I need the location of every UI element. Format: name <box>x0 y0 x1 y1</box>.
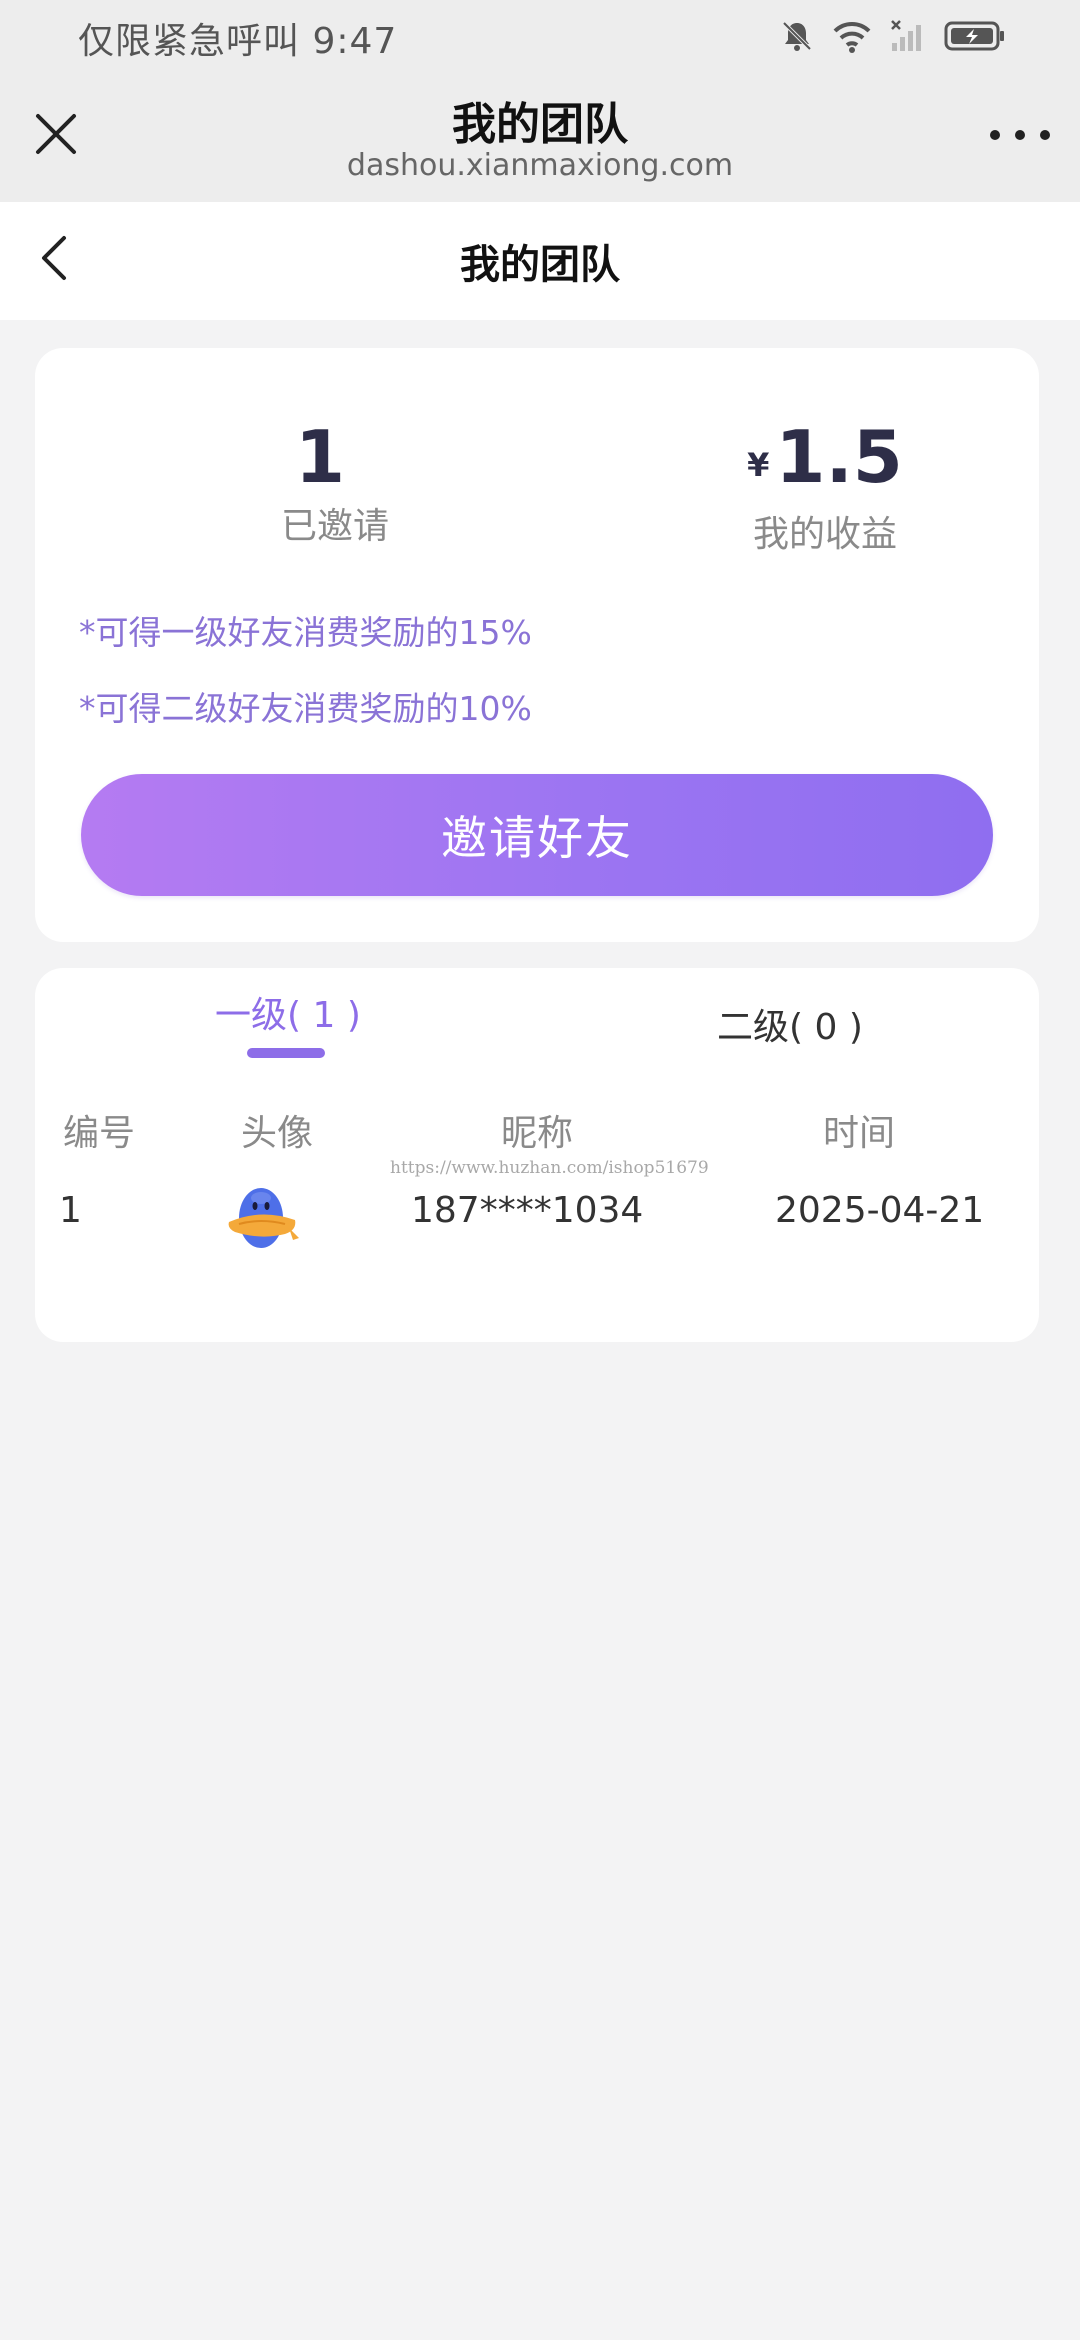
reward-note-level2: *可得二级好友消费奖励的10% <box>79 689 532 728</box>
active-tab-indicator <box>247 1048 325 1058</box>
invited-stat: 1 已邀请 <box>220 412 450 552</box>
page-nav-bar: 我的团队 <box>0 202 1080 320</box>
currency-symbol: ¥ <box>747 446 770 484</box>
wifi-icon <box>833 21 871 53</box>
browser-url: dashou.xianmaxiong.com <box>346 148 734 183</box>
row-number: 1 <box>59 1190 82 1231</box>
status-bar-text: 仅限紧急呼叫 9:47 <box>78 21 398 62</box>
browser-title: 我的团队 <box>452 99 628 150</box>
signal-off-icon <box>891 20 921 51</box>
dot <box>990 130 1000 140</box>
watermark-text: https://www.huzhan.com/ishop51679 <box>390 1158 709 1178</box>
row-time: 2025-04-21 <box>775 1190 985 1231</box>
page-title: 我的团队 <box>460 242 620 288</box>
avatar <box>228 1188 299 1248</box>
earnings-value: 1.5 <box>775 415 903 499</box>
tab-level1[interactable]: 一级( 1 ) <box>215 986 361 1038</box>
reward-note-level1: *可得一级好友消费奖励的15% <box>79 613 532 652</box>
invite-friends-button[interactable]: 邀请好友 <box>81 774 993 896</box>
earnings-stat: ¥1.5 我的收益 <box>670 412 980 560</box>
status-icons <box>780 16 1006 56</box>
dot <box>1015 130 1025 140</box>
invited-label: 已邀请 <box>280 506 389 547</box>
earnings-label: 我的收益 <box>752 514 897 555</box>
team-list-card: 一级( 1 ) 二级( 0 ) 编号 头像 昵称 时间 https://www.… <box>35 968 1039 1342</box>
column-header-avatar: 头像 <box>241 1113 314 1154</box>
stats-card: 1 已邀请 ¥1.5 我的收益 *可得一级好友消费奖励的15% *可得二级好友消… <box>35 348 1039 942</box>
dot <box>1040 130 1050 140</box>
status-bar: 仅限紧急呼叫 9:47 <box>0 0 1080 72</box>
column-header-number: 编号 <box>63 1113 136 1154</box>
earnings-amount: ¥1.5 <box>670 412 980 510</box>
battery-charging-icon <box>944 21 1004 51</box>
tab-level2[interactable]: 二级( 0 ) <box>717 998 863 1050</box>
column-header-time: 时间 <box>823 1113 896 1154</box>
more-options-icon[interactable] <box>990 120 1050 150</box>
invited-count: 1 <box>294 415 346 499</box>
browser-header: 我的团队 dashou.xianmaxiong.com <box>0 72 1080 202</box>
column-header-nickname: 昵称 <box>501 1113 574 1154</box>
row-nickname: 187****1034 <box>411 1190 644 1231</box>
bell-muted-icon <box>782 21 812 51</box>
